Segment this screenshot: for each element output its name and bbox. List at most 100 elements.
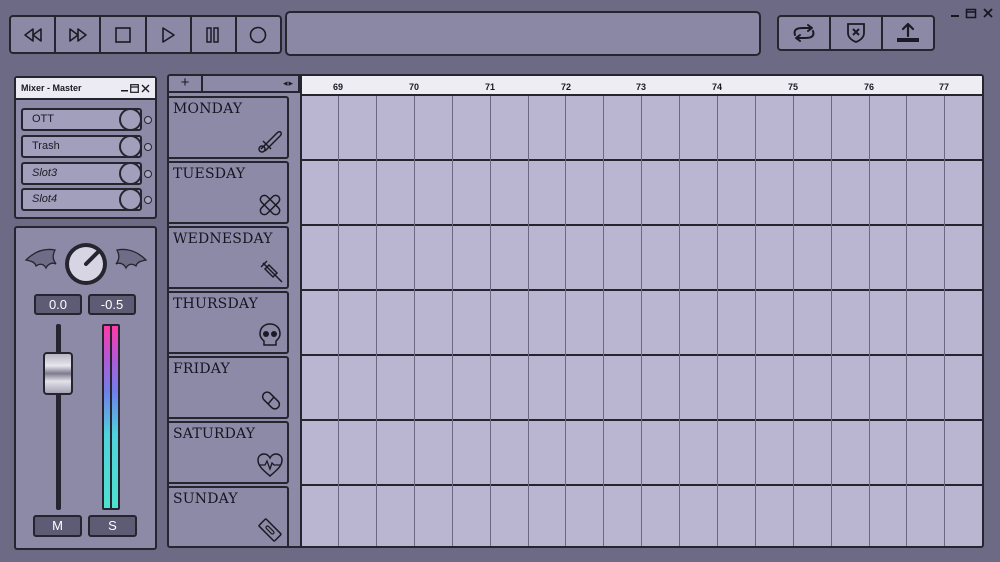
ruler-tick: 69: [333, 82, 344, 92]
grid-line: [528, 96, 529, 546]
channel-strip: 0.0 -0.5 M S: [14, 226, 157, 550]
ruler-tick: 70: [409, 82, 420, 92]
close-icon[interactable]: [982, 7, 994, 19]
effect-slot-3[interactable]: Slot3: [21, 162, 142, 185]
pan-readout: 0.0: [34, 294, 82, 315]
track-header-friday[interactable]: FRIDAY: [169, 356, 289, 419]
restore-icon[interactable]: [965, 7, 977, 19]
pan-knob-area: [24, 243, 148, 285]
effect-slot-label: Slot3: [32, 167, 58, 179]
effect-slot-knob[interactable]: [119, 188, 142, 211]
export-button[interactable]: [883, 17, 933, 49]
track-labels: MONDAY TUESDAY WEDNESDAY THURSDAY FRIDAY…: [169, 96, 289, 546]
solo-label: S: [108, 518, 117, 533]
effect-slot-knob[interactable]: [119, 162, 142, 185]
volume-fader-handle[interactable]: [43, 352, 73, 395]
stop-button[interactable]: [101, 17, 147, 52]
grid-line: [414, 96, 415, 546]
effect-slot-1[interactable]: OTT: [21, 108, 142, 131]
playlist-header: + ◂▸ 69 70 71 72 73 74 75 76 77: [169, 76, 982, 96]
fast-forward-button[interactable]: [56, 17, 102, 52]
track-name: THURSDAY: [173, 296, 259, 312]
effect-slot-led[interactable]: [144, 116, 152, 124]
grid-line: [452, 96, 453, 546]
close-icon[interactable]: [141, 84, 150, 93]
track-lane[interactable]: [302, 291, 982, 356]
ruler-tick: 73: [636, 82, 647, 92]
timeline-ruler[interactable]: 69 70 71 72 73 74 75 76 77: [300, 76, 982, 96]
ruler-tick: 72: [561, 82, 572, 92]
grid-line: [831, 96, 832, 546]
mixer-titlebar[interactable]: Mixer - Master: [16, 78, 155, 100]
grid-line: [982, 96, 983, 546]
ruler-tick: 76: [864, 82, 875, 92]
pan-knob[interactable]: [65, 243, 107, 285]
mixer-panel: Mixer - Master OTT Trash Slot3 Slot4: [14, 76, 157, 219]
volume-readout: -0.5: [88, 294, 136, 315]
syringe-icon: [260, 260, 283, 283]
grid-line: [338, 96, 339, 546]
minimize-icon[interactable]: [121, 84, 128, 93]
scroll-arrows[interactable]: ◂▸: [203, 76, 300, 93]
rewind-button[interactable]: [11, 17, 57, 52]
ruler-tick: 75: [788, 82, 799, 92]
pill-icon: [261, 391, 281, 410]
pause-button[interactable]: [192, 17, 237, 52]
bandage-icon: [259, 194, 281, 216]
grid-line: [869, 96, 870, 546]
play-icon: [162, 26, 175, 43]
cancel-button[interactable]: [831, 17, 883, 49]
mute-button[interactable]: M: [33, 515, 82, 537]
playlist-panel: + ◂▸ 69 70 71 72 73 74 75 76 77 MONDAY T…: [167, 74, 984, 548]
track-name: SUNDAY: [173, 491, 238, 507]
upload-tray-icon: [897, 22, 919, 42]
play-button[interactable]: [147, 17, 192, 52]
window-controls: [950, 4, 994, 22]
track-header-monday[interactable]: MONDAY: [169, 96, 289, 159]
effect-slot-knob[interactable]: [119, 135, 142, 158]
record-button[interactable]: [237, 17, 280, 52]
minimize-icon[interactable]: [950, 7, 960, 19]
restore-icon[interactable]: [130, 83, 139, 93]
transport-bar: [9, 15, 282, 54]
track-header-saturday[interactable]: SATURDAY: [169, 421, 289, 484]
effect-slot-2[interactable]: Trash: [21, 135, 142, 158]
effect-slot-knob[interactable]: [119, 108, 142, 131]
grid-line: [679, 96, 680, 546]
effect-slot-led[interactable]: [144, 196, 152, 204]
track-lane[interactable]: [302, 161, 982, 226]
grid-line: [793, 96, 794, 546]
bat-wing-right-icon: [115, 248, 148, 270]
fast-forward-icon: [68, 27, 87, 42]
mute-label: M: [52, 518, 63, 533]
loop-icon: [793, 24, 815, 42]
shield-x-icon: [847, 23, 865, 43]
track-header-wednesday[interactable]: WEDNESDAY: [169, 226, 289, 289]
grid-line: [906, 96, 907, 546]
effect-slot-led[interactable]: [144, 170, 152, 178]
add-track-button[interactable]: +: [169, 76, 203, 93]
track-header-thursday[interactable]: THURSDAY: [169, 291, 289, 354]
track-lane[interactable]: [302, 356, 982, 421]
mixer-title: Mixer - Master: [21, 83, 82, 93]
track-name: FRIDAY: [173, 361, 230, 377]
level-meter-right: [112, 326, 118, 508]
heartbeat-icon: [257, 453, 283, 477]
track-lane[interactable]: [302, 226, 982, 291]
solo-button[interactable]: S: [88, 515, 137, 537]
effect-slot-4[interactable]: Slot4: [21, 188, 142, 211]
track-lane[interactable]: [302, 486, 982, 546]
ruler-tick: 71: [485, 82, 496, 92]
track-header-sunday[interactable]: SUNDAY: [169, 486, 289, 546]
volume-value: -0.5: [100, 297, 124, 312]
grid-line: [944, 96, 945, 546]
track-lane[interactable]: [302, 96, 982, 161]
track-header-tuesday[interactable]: TUESDAY: [169, 161, 289, 224]
pattern-grid[interactable]: [300, 96, 982, 546]
effect-slot-led[interactable]: [144, 143, 152, 151]
level-meter-left: [104, 326, 110, 508]
ruler-tick: 77: [939, 82, 950, 92]
song-display: [285, 11, 761, 56]
track-lane[interactable]: [302, 421, 982, 486]
loop-button[interactable]: [779, 17, 831, 49]
